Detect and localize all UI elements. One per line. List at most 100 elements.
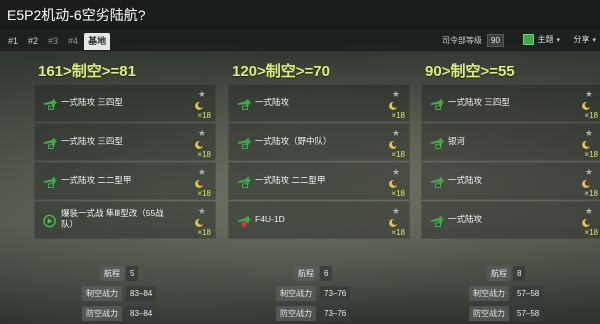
proficiency-icon: [389, 219, 397, 227]
plane-count: ×18: [197, 189, 211, 198]
share-label: 分享: [573, 35, 590, 44]
equipment-slot[interactable]: 一式陆攻 二二型甲 ★ ×18: [34, 162, 216, 200]
equipment-name: 一式陆攻: [448, 175, 483, 185]
star-icon: ★: [391, 167, 400, 177]
hq-level-input[interactable]: 90: [487, 34, 504, 47]
air-power-label: 制空战力: [82, 286, 122, 301]
air-power-label: 制空战力: [276, 286, 316, 301]
title-bar: E5P2机动-6空劣陆航?: [0, 0, 600, 30]
range-row: 航程 6: [228, 266, 410, 284]
proficiency-icon: [389, 102, 397, 110]
land-attacker-icon: [43, 98, 58, 110]
air-base-3: 90>制空>=55 一式陆攻 三四型 ★ ×18 银河 ★ ×18 一式陆攻 ★…: [421, 60, 600, 240]
equipment-slot[interactable]: 一式陆攻 ★ ×18: [421, 201, 600, 239]
star-icon: ★: [391, 89, 400, 99]
equipment-slot[interactable]: 一式陆攻 ★ ×18: [421, 162, 600, 200]
plane-count: ×18: [584, 111, 598, 120]
proficiency-icon: [582, 141, 590, 149]
range-label: 航程: [294, 266, 318, 281]
star-icon: ★: [584, 128, 593, 138]
equipment-name: 一式陆攻: [448, 214, 483, 224]
air-power-value: 57–58: [513, 286, 544, 301]
equipment-slot[interactable]: 一式陆攻 三四型 ★ ×18: [34, 123, 216, 161]
theme-dropdown[interactable]: 主题 ▾: [523, 34, 560, 45]
tab-fleet-1[interactable]: #1: [4, 33, 22, 50]
air-base-1-stats: 航程 5 制空战力 83–84 防空战力 83–84: [34, 266, 216, 324]
equipment-name: 一式陆攻 二二型甲: [255, 175, 326, 185]
star-icon: ★: [197, 128, 206, 138]
land-attacker-icon: [430, 98, 445, 110]
proficiency-icon: [195, 219, 203, 227]
theme-label: 主题: [537, 35, 554, 44]
plane-count: ×18: [584, 150, 598, 159]
air-base-title: 161>制空>=81: [38, 63, 136, 80]
page-title: E5P2机动-6空劣陆航?: [7, 7, 146, 23]
equipment-name: 一式陆攻 三四型: [61, 97, 123, 107]
equipment-slot[interactable]: 爆装一式战 隼Ⅲ型改（55战队） ★ ×18: [34, 201, 216, 239]
equipment-name: 一式陆攻: [255, 97, 290, 107]
air-power-value: 73–76: [320, 286, 351, 301]
plane-count: ×18: [197, 150, 211, 159]
equipment-name: 一式陆攻 三四型: [61, 136, 123, 146]
equipment-slot[interactable]: 一式陆攻 ★ ×18: [228, 84, 410, 122]
land-attacker-icon: [430, 215, 445, 227]
star-icon: ★: [391, 206, 400, 216]
range-value: 8: [513, 266, 526, 281]
plane-count: ×18: [197, 228, 211, 237]
proficiency-icon: [195, 141, 203, 149]
equipment-slot[interactable]: 银河 ★ ×18: [421, 123, 600, 161]
air-base-3-stats: 航程 8 制空战力 57–58 防空战力 57–58: [421, 266, 600, 324]
air-base-1: 161>制空>=81 一式陆攻 三四型 ★ ×18 一式陆攻 三四型 ★ ×18…: [34, 60, 216, 240]
plane-count: ×18: [391, 189, 405, 198]
defense-power-value: 73–76: [320, 306, 351, 321]
equipment-slot[interactable]: 一式陆攻 三四型 ★ ×18: [34, 84, 216, 122]
air-power-label: 制空战力: [469, 286, 509, 301]
star-icon: ★: [584, 167, 593, 177]
theme-swatch-icon: [523, 34, 535, 45]
tab-fleet-2[interactable]: #2: [24, 33, 42, 50]
defense-power-label: 防空战力: [82, 306, 122, 321]
range-label: 航程: [487, 266, 511, 281]
proficiency-icon: [582, 219, 590, 227]
range-value: 5: [126, 266, 139, 281]
chevron-down-icon: ▾: [556, 36, 560, 44]
plane-count: ×18: [197, 111, 211, 120]
air-power-value: 83–84: [126, 286, 157, 301]
equipment-slot[interactable]: 一式陆攻（野中队） ★ ×18: [228, 123, 410, 161]
equipment-name: F4U-1D: [255, 214, 285, 224]
equipment-name: 银河: [448, 136, 466, 146]
land-attacker-icon: [430, 176, 445, 188]
equipment-slot[interactable]: 一式陆攻 三四型 ★ ×18: [421, 84, 600, 122]
defense-power-label: 防空战力: [469, 306, 509, 321]
equipment-name: 一式陆攻（野中队）: [255, 136, 332, 146]
fighter-bomber-icon: [43, 214, 56, 228]
share-dropdown[interactable]: 分享 ▾: [573, 34, 596, 45]
air-base-2: 120>制空>=70 一式陆攻 ★ ×18 一式陆攻（野中队） ★ ×18 一式…: [228, 60, 410, 240]
proficiency-icon: [389, 180, 397, 188]
equipment-name: 一式陆攻 二二型甲: [61, 175, 132, 185]
star-icon: ★: [584, 206, 593, 216]
tab-bar: #1 #2 #3 #4 基地 司令部等级 90 主题 ▾ 分享 ▾: [0, 30, 600, 52]
land-attacker-icon: [237, 137, 252, 149]
range-value: 6: [320, 266, 333, 281]
land-attacker-icon: [430, 137, 445, 149]
fleet-tabs: #1 #2 #3 #4 基地: [4, 33, 111, 50]
equipment-slot[interactable]: F4U-1D ★ ×18: [228, 201, 410, 239]
tab-fleet-3[interactable]: #3: [44, 33, 62, 50]
proficiency-icon: [582, 180, 590, 188]
tab-base[interactable]: 基地: [84, 33, 111, 50]
star-icon: ★: [197, 167, 206, 177]
land-attacker-icon: [237, 98, 252, 110]
star-icon: ★: [197, 89, 206, 99]
defense-power-row: 防空战力 73–76: [228, 306, 410, 324]
defense-power-row: 防空战力 57–58: [421, 306, 600, 324]
tab-fleet-4[interactable]: #4: [64, 33, 82, 50]
range-row: 航程 8: [421, 266, 600, 284]
plane-count: ×18: [391, 111, 405, 120]
air-power-row: 制空战力 73–76: [228, 286, 410, 304]
land-attacker-icon: [43, 137, 58, 149]
air-power-row: 制空战力 57–58: [421, 286, 600, 304]
proficiency-icon: [195, 180, 203, 188]
star-icon: ★: [197, 206, 206, 216]
equipment-slot[interactable]: 一式陆攻 二二型甲 ★ ×18: [228, 162, 410, 200]
